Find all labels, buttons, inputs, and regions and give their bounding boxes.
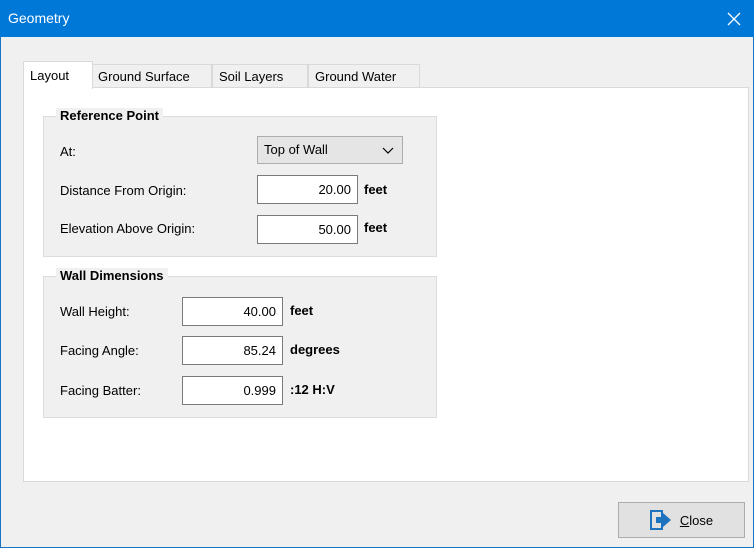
tab-label: Ground Water [315,69,397,84]
facing-batter-unit: :12 H:V [290,382,335,397]
dialog-body: Layout Ground Surface Soil Layers Ground… [0,37,754,548]
close-button-mnemonic: C [679,512,690,528]
distance-unit: feet [364,182,388,197]
wall-height-unit: feet [290,303,314,318]
facing-angle-unit: degrees [290,342,340,357]
wall-height-label: Wall Height: [60,304,130,319]
tab-ground-water[interactable]: Ground Water [308,64,420,88]
wall-dimensions-group: Wall Dimensions Wall Height: 40.00 feet … [43,268,437,418]
reference-point-title: Reference Point [56,108,163,123]
reference-point-group: Reference Point At: Top of Wall Distance… [43,108,437,257]
facing-angle-label: Facing Angle: [60,343,139,358]
chevron-down-icon [382,147,394,154]
close-icon [727,12,741,25]
facing-angle-field[interactable]: 85.24 [182,336,283,365]
wall-height-field[interactable]: 40.00 [182,297,283,326]
at-label: At: [60,144,76,159]
title-bar: Geometry [0,0,754,37]
tab-label: Ground Surface [98,69,190,84]
distance-label: Distance From Origin: [60,183,187,198]
tab-label: Layout [30,68,70,83]
close-button-label-rest: lose [689,512,714,528]
elevation-field[interactable]: 50.00 [257,215,358,244]
layout-panel: Reference Point At: Top of Wall Distance… [23,87,749,482]
tab-layout[interactable]: Layout [23,61,93,89]
window-close-button[interactable] [714,0,754,37]
at-select[interactable]: Top of Wall [257,136,403,164]
at-select-value: Top of Wall [264,142,328,157]
window-title: Geometry [8,10,70,26]
close-button-label: Close [680,513,713,528]
exit-icon [649,510,671,530]
elevation-unit: feet [364,220,388,235]
facing-batter-field[interactable]: 0.999 [182,376,283,405]
close-button[interactable]: Close [618,502,745,538]
facing-batter-label: Facing Batter: [60,383,141,398]
tab-label: Soil Layers [219,69,284,84]
distance-field[interactable]: 20.00 [257,175,358,204]
tab-soil-layers[interactable]: Soil Layers [212,64,308,88]
tab-ground-surface[interactable]: Ground Surface [91,64,212,88]
wall-dimensions-title: Wall Dimensions [56,268,168,283]
elevation-label: Elevation Above Origin: [60,221,196,236]
